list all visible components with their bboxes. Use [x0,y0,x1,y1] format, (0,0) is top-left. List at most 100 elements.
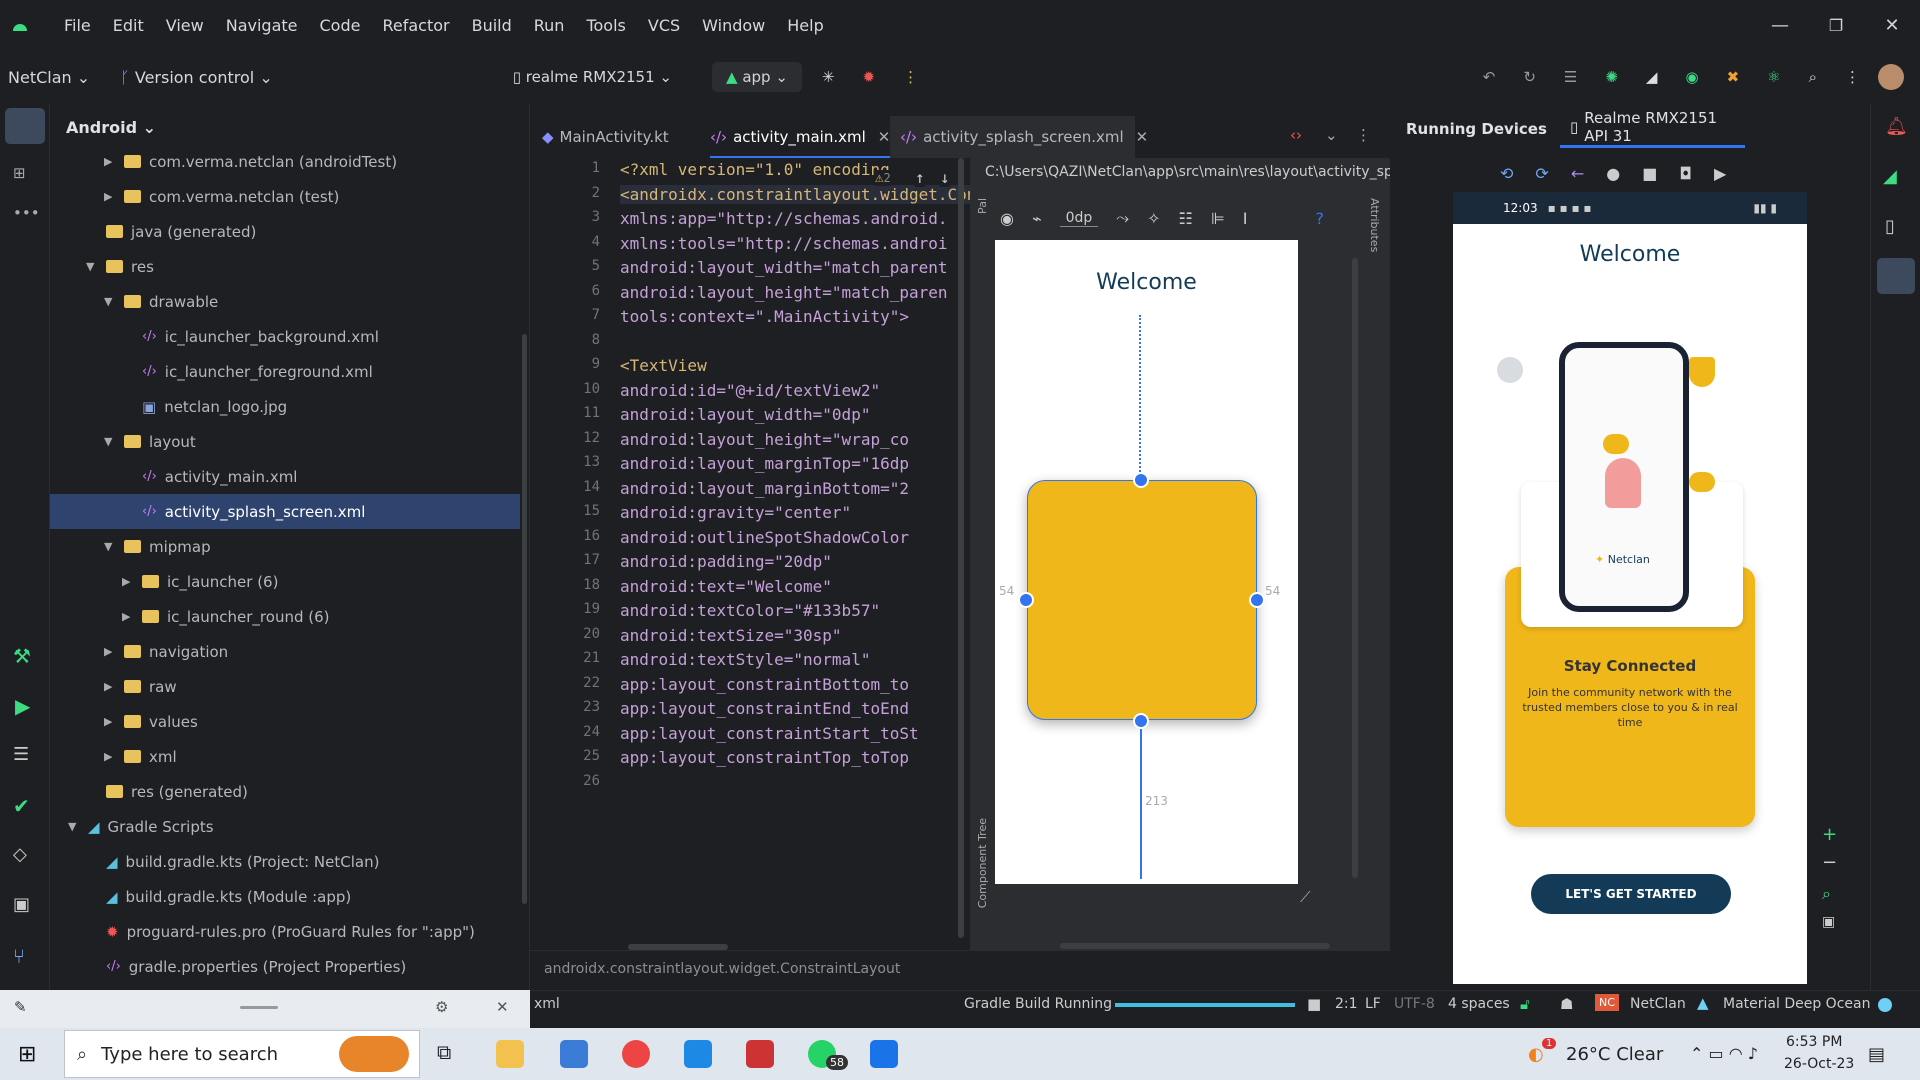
rotate-right-icon[interactable]: ⟳ [1535,164,1548,183]
code-line[interactable]: <androidx.constraintlayout.widget.Cons [620,184,987,204]
tree-folder[interactable]: ▶ xml [50,739,520,774]
windows-start-icon[interactable]: ⊞ [18,1042,36,1067]
code-line[interactable]: android:outlineSpotShadowColor [620,528,909,547]
code-line[interactable]: app:layout_constraintBottom_to [620,675,909,694]
back-icon[interactable]: ← [1571,164,1584,183]
list-icon[interactable]: ☰ [1564,68,1577,86]
video-icon[interactable]: ▶ [1714,164,1726,183]
close-icon[interactable]: ✕ [1136,128,1149,146]
code-line[interactable]: <?xml version="1.0" encoding [620,160,890,179]
tree-folder[interactable]: ▼ layout [50,424,520,459]
image-view-preview[interactable] [1027,480,1257,720]
handle-top[interactable] [1133,472,1149,488]
code-line[interactable]: android:layout_width="0dp" [620,405,870,424]
tab-mainactivity[interactable]: ◆ MainActivity.kt [542,116,712,158]
stop-icon[interactable]: ■ [1307,995,1321,1013]
notifications-icon[interactable]: 🔔︎ [1885,116,1908,137]
logcat-icon[interactable]: ☰ [13,744,29,765]
tree-folder[interactable]: java (generated) [50,214,520,249]
problems-icon[interactable]: ✔ [13,794,30,818]
translate-icon[interactable] [560,1040,588,1068]
device-screen[interactable]: 12:03 ▪ ▪ ▪ ▪ ▮▮ ▮ Welcome ✦ Netclan Stay … [1453,192,1807,984]
camera-icon[interactable]: ◘ [1679,164,1692,183]
weather-text[interactable]: 26°C Clear [1566,1044,1663,1065]
tree-folder[interactable]: ▶ com.verma.netclan (test) [50,179,520,214]
project-icon[interactable] [5,108,45,144]
notes-icon[interactable] [870,1040,898,1068]
menu-view[interactable]: View [155,16,215,35]
settings-icon[interactable]: ⋮ [1845,68,1860,86]
tree-file[interactable]: ‹/› ic_launcher_background.xml [50,319,520,354]
eye-icon[interactable]: ◉ [1000,209,1014,228]
code-line[interactable]: app:layout_constraintTop_toTop [620,748,909,767]
structure-icon[interactable]: ⊞ [13,164,26,182]
tree-file[interactable]: ‹/› activity_splash_screen.xml [50,494,520,529]
code-line[interactable]: <TextView [620,356,707,375]
tree-folder[interactable]: ▶ navigation [50,634,520,669]
rotate-left-icon[interactable]: ⟲ [1500,164,1513,183]
design-vscroll[interactable] [1352,258,1358,878]
tree-folder[interactable]: ▶ ic_launcher_round (6) [50,599,520,634]
tree-folder[interactable]: ▶ values [50,704,520,739]
tab-activity-splash[interactable]: ‹/› activity_splash_screen.xml ✕ [890,116,1148,158]
build-icon[interactable]: ⚒ [13,644,31,668]
device-tab[interactable]: ▯ Realme RMX2151 API 31 [1560,108,1745,148]
code-line[interactable]: xmlns:app="http://schemas.android. [620,209,948,228]
debug-icon[interactable]: ✹ [863,68,876,86]
tree-file[interactable]: ‹/› activity_main.xml [50,459,520,494]
menu-vcs[interactable]: VCS [637,16,691,35]
restore-button[interactable]: ❐ [1808,16,1864,35]
task-view-icon[interactable]: ⧉ [437,1040,451,1064]
zoom-fit-icon[interactable]: ⌕ [1822,884,1831,904]
magic-wand-icon[interactable]: ✧ [1147,209,1160,228]
help-icon[interactable]: ? [1316,209,1325,228]
component-tree-tab[interactable]: Component Tree [976,818,989,908]
guideline-icon[interactable]: I [1243,209,1248,228]
up-arrow-icon[interactable]: ↑ [915,168,925,187]
design-canvas[interactable]: Welcome 54 54 213 [995,240,1298,884]
run-config-selector[interactable]: ▲ app ⌄ [712,62,802,92]
pen-icon[interactable]: ✎ [14,998,27,1016]
tray-icons[interactable]: ⌃ ▭ ◠ ♪ [1690,1044,1758,1063]
running-devices-icon[interactable] [1877,258,1915,294]
search-icon[interactable]: ⌕ [1809,68,1817,86]
taskbar-search[interactable]: ⌕ Type here to search [64,1030,420,1078]
tree-folder[interactable]: res (generated) [50,774,520,809]
tree-file[interactable]: ▼ ◢ Gradle Scripts [50,809,520,844]
pack-icon[interactable]: ☷ [1179,209,1193,228]
tree-folder[interactable]: ▼ res [50,249,520,284]
code-line[interactable]: android:textColor="#133b57" [620,601,880,620]
app-icon[interactable] [746,1040,774,1068]
tree-arrow-icon[interactable]: ▼ [86,260,100,273]
overview-icon[interactable]: ■ [1642,164,1657,183]
gem-icon[interactable]: ◇ [13,844,27,865]
tree-arrow-icon[interactable]: ▶ [104,750,118,763]
chevron-down-icon[interactable]: ⌄ [1325,126,1338,144]
welcome-preview[interactable]: Welcome [995,270,1298,295]
tree-file[interactable]: ◢ build.gradle.kts (Project: NetClan) [50,844,520,879]
atom-icon[interactable]: ⚛ [1767,68,1780,86]
handle-bottom[interactable] [1133,713,1149,729]
encoding[interactable]: UTF-8 [1394,996,1435,1012]
code-line[interactable]: android:layout_height="match_paren [620,283,948,302]
drag-handle[interactable] [240,1006,278,1009]
tree-folder[interactable]: ▶ ic_launcher (6) [50,564,520,599]
handle-left[interactable] [1018,592,1034,608]
code-view-icon[interactable]: ‹› [1290,126,1302,144]
chrome-icon[interactable] [622,1040,650,1068]
tree-file[interactable]: ✹ proguard-rules.pro (ProGuard Rules for … [50,914,520,949]
tree-folder[interactable]: ▶ raw [50,669,520,704]
menu-help[interactable]: Help [776,16,834,35]
device-selector[interactable]: ▯ realme RMX2151 ⌄ [513,68,672,86]
tree-arrow-icon[interactable]: ▼ [104,295,118,308]
gradle-status[interactable]: Gradle Build Running [964,996,1112,1012]
more-icon[interactable]: ⋮ [1356,126,1371,144]
clock-date[interactable]: 26-Oct-23 [1784,1056,1854,1072]
inspector-icon[interactable]: ☗ [1560,995,1573,1013]
code-line[interactable]: tools:context=".MainActivity"> [620,307,909,326]
sync-icon[interactable]: ↶ [1483,68,1496,86]
code-line[interactable]: android:gravity="center" [620,503,851,522]
caret-pos[interactable]: 2:1 [1335,996,1358,1012]
fit-screen-icon[interactable]: ▣ [1822,914,1835,930]
tree-arrow-icon[interactable]: ▼ [68,820,82,833]
